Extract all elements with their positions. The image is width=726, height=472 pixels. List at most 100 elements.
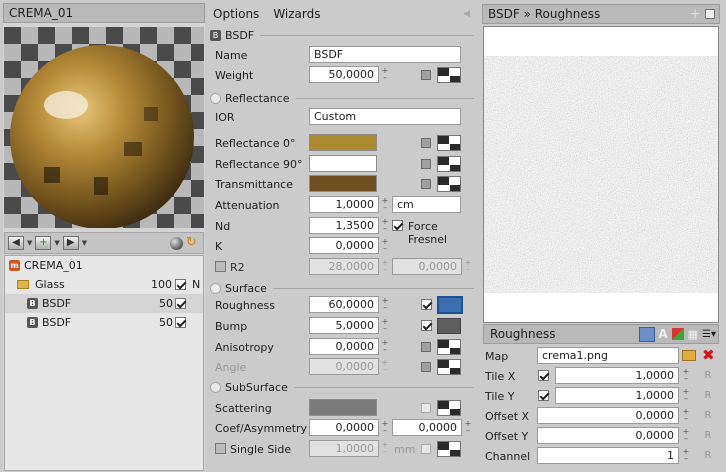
angle-field[interactable]: 0,0000 — [309, 358, 379, 375]
transmittance-swatch[interactable] — [309, 175, 377, 192]
bump-map-checkbox[interactable] — [421, 320, 432, 331]
roughness-field[interactable]: 60,0000 — [309, 296, 379, 313]
material-preview[interactable] — [4, 27, 204, 228]
tree-visible-checkbox[interactable] — [175, 279, 186, 290]
map-field[interactable]: crema1.png — [537, 347, 679, 364]
channel-spinner[interactable]: + – — [682, 448, 690, 463]
refresh-icon[interactable]: ↻ — [186, 236, 200, 250]
tree-row-bsdf-2[interactable]: B BSDF 50 — [5, 313, 203, 332]
sphere-preview-icon[interactable] — [170, 236, 183, 250]
single-side-checkbox[interactable] — [215, 443, 226, 454]
offset-x-spinner[interactable]: + – — [682, 408, 690, 423]
anisotropy-texture-icon[interactable] — [437, 339, 461, 355]
force-fresnel-checkbox[interactable] — [392, 220, 403, 231]
angle-map-toggle[interactable] — [421, 362, 431, 372]
reflectance-0-map-toggle[interactable] — [421, 138, 431, 148]
section-surface[interactable]: Surface — [210, 280, 474, 296]
section-subsurface[interactable]: SubSurface — [210, 379, 474, 395]
tiling-icon[interactable] — [639, 326, 656, 342]
tile-x-checkbox[interactable] — [538, 370, 549, 381]
tree-row-bsdf-1[interactable]: B BSDF 50 — [5, 294, 203, 313]
asymmetry-spinner[interactable]: + – — [464, 420, 472, 435]
weight-texture-icon[interactable] — [437, 67, 461, 83]
tree-visible-checkbox[interactable] — [175, 317, 186, 328]
roughness-spinner[interactable]: + – — [381, 297, 389, 312]
tree-row-material[interactable]: m CREMA_01 — [5, 256, 203, 275]
asymmetry-field[interactable]: 0,0000 — [392, 419, 462, 436]
add-icon[interactable]: + — [689, 6, 701, 22]
scattering-map-toggle[interactable] — [421, 403, 431, 413]
section-bsdf[interactable]: B BSDF — [210, 27, 474, 43]
scattering-swatch[interactable] — [309, 399, 377, 416]
settings-menu-icon[interactable]: ☰▾ — [702, 329, 716, 340]
r2-spinner[interactable]: + – — [381, 259, 389, 274]
attenuation-unit-dropdown[interactable]: cm — [392, 196, 461, 213]
scattering-texture-icon[interactable] — [437, 400, 461, 416]
reflectance-90-map-toggle[interactable] — [421, 159, 431, 169]
attenuation-field[interactable]: 1,0000 — [309, 196, 379, 213]
r2-checkbox[interactable] — [215, 261, 226, 272]
transmittance-texture-icon[interactable] — [437, 176, 461, 192]
bump-spinner[interactable]: + – — [381, 318, 389, 333]
anisotropy-field[interactable]: 0,0000 — [309, 338, 379, 355]
name-field[interactable]: BSDF — [309, 46, 461, 63]
r2-field-2[interactable]: 0,0000 — [392, 258, 462, 275]
nd-spinner[interactable]: + – — [381, 218, 389, 233]
menu-options[interactable]: Options — [213, 7, 259, 21]
roughness-texture-icon[interactable] — [437, 296, 463, 314]
image-icon[interactable]: ▦ — [688, 328, 698, 341]
back-dropdown-icon[interactable]: ▼ — [27, 239, 32, 247]
nd-field[interactable]: 1,3500 — [309, 217, 379, 234]
single-side-texture-icon[interactable] — [437, 441, 461, 457]
weight-field[interactable]: 50,0000 — [309, 66, 379, 83]
offset-y-spinner[interactable]: + – — [682, 428, 690, 443]
coef-field[interactable]: 0,0000 — [309, 419, 379, 436]
open-folder-icon[interactable] — [682, 350, 696, 361]
offset-y-field[interactable]: 0,0000 — [537, 427, 679, 444]
add-dropdown-icon[interactable]: ▼ — [54, 239, 59, 247]
reflectance-90-texture-icon[interactable] — [437, 156, 461, 172]
weight-spinner[interactable]: + – — [381, 67, 389, 82]
k-field[interactable]: 0,0000 — [309, 237, 379, 254]
weight-map-toggle[interactable] — [421, 70, 431, 80]
bump-texture-icon[interactable] — [437, 318, 461, 334]
offset-x-field[interactable]: 0,0000 — [537, 407, 679, 424]
single-side-spinner[interactable]: + – — [381, 441, 389, 456]
attenuation-spinner[interactable]: + – — [381, 197, 389, 212]
r2-field[interactable]: 28,0000 — [309, 258, 379, 275]
transmittance-map-toggle[interactable] — [421, 179, 431, 189]
reflectance-0-swatch[interactable] — [309, 134, 377, 151]
channel-reset-icon[interactable]: R — [701, 450, 715, 462]
texture-preview[interactable] — [483, 26, 719, 323]
ior-dropdown[interactable]: Custom — [309, 108, 461, 125]
anisotropy-spinner[interactable]: + – — [381, 339, 389, 354]
bump-field[interactable]: 5,0000 — [309, 317, 379, 334]
tile-x-spinner[interactable]: + – — [682, 368, 690, 383]
offset-x-reset-icon[interactable]: R — [701, 410, 715, 422]
tile-y-reset-icon[interactable]: R — [701, 390, 715, 402]
roughness-map-checkbox[interactable] — [421, 299, 432, 310]
remove-map-icon[interactable]: ✖ — [702, 346, 715, 364]
alpha-icon[interactable]: A — [658, 327, 667, 341]
single-side-field[interactable]: 1,0000 — [309, 440, 379, 457]
channel-field[interactable]: 1 — [537, 447, 679, 464]
maximize-icon[interactable] — [705, 9, 715, 19]
reflectance-90-swatch[interactable] — [309, 155, 377, 172]
collapse-arrow-icon[interactable]: ◀ — [463, 9, 470, 19]
menu-wizards[interactable]: Wizards — [273, 7, 320, 21]
forward-dropdown-icon[interactable]: ▼ — [82, 239, 87, 247]
tile-y-checkbox[interactable] — [538, 390, 549, 401]
offset-y-reset-icon[interactable]: R — [701, 430, 715, 442]
tree-row-glass[interactable]: Glass 100 N — [5, 275, 203, 294]
tree-visible-checkbox[interactable] — [175, 298, 186, 309]
coef-spinner[interactable]: + – — [381, 420, 389, 435]
tile-x-field[interactable]: 1,0000 — [555, 367, 679, 384]
anisotropy-map-toggle[interactable] — [421, 342, 431, 352]
tile-x-reset-icon[interactable]: R — [701, 370, 715, 382]
forward-arrow-icon[interactable]: ▶ — [62, 236, 79, 250]
section-reflectance[interactable]: Reflectance — [210, 90, 474, 106]
reflectance-0-texture-icon[interactable] — [437, 135, 461, 151]
back-arrow-icon[interactable]: ◀ — [8, 236, 24, 250]
angle-texture-icon[interactable] — [437, 359, 461, 375]
tile-y-field[interactable]: 1,0000 — [555, 387, 679, 404]
